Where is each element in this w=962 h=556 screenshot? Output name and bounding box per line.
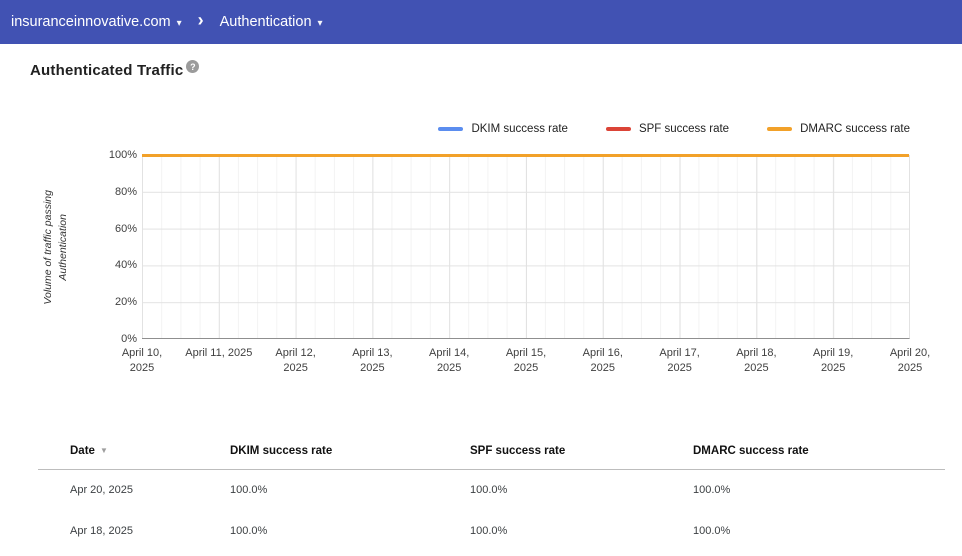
y-tick-label: 0% <box>0 333 137 345</box>
column-header-dmarc: DMARC success rate <box>693 433 945 469</box>
table-row: Apr 18, 2025100.0%100.0%100.0% <box>38 510 945 551</box>
table-body: Apr 20, 2025100.0%100.0%100.0%Apr 18, 20… <box>38 469 945 551</box>
x-tick-label: April 19,2025 <box>793 346 873 376</box>
x-tick-label: April 18,2025 <box>716 346 796 376</box>
legend-label: DMARC success rate <box>800 123 910 135</box>
table-row: Apr 20, 2025100.0%100.0%100.0% <box>38 469 945 510</box>
legend-label: SPF success rate <box>639 123 729 135</box>
y-tick-label: 40% <box>0 259 137 271</box>
cell-value: 100.0% <box>470 510 693 551</box>
legend-label: DKIM success rate <box>471 123 568 135</box>
x-tick-label: April 16,2025 <box>563 346 643 376</box>
cell-value: 100.0% <box>693 469 945 510</box>
series-line-dmarc <box>142 154 909 157</box>
column-header-date[interactable]: Date▼ <box>38 433 230 469</box>
y-tick-label: 60% <box>0 223 137 235</box>
y-axis-ticks: 100%80%60%40%20%0% <box>0 155 137 339</box>
cell-value: 100.0% <box>230 469 470 510</box>
cell-value: 100.0% <box>230 510 470 551</box>
legend-item-dmarc: DMARC success rate <box>767 123 910 135</box>
x-tick-label: April 17,2025 <box>640 346 720 376</box>
x-tick-label: April 12,2025 <box>256 346 336 376</box>
y-tick-label: 20% <box>0 296 137 308</box>
legend-item-spf: SPF success rate <box>606 123 729 135</box>
legend-item-dkim: DKIM success rate <box>438 123 568 135</box>
column-header-dkim: DKIM success rate <box>230 433 470 469</box>
chart-plot[interactable] <box>142 155 910 339</box>
y-tick-label: 80% <box>0 186 137 198</box>
x-axis-ticks: April 10,2025April 11, 2025April 12,2025… <box>142 346 910 380</box>
x-tick-label: April 14,2025 <box>409 346 489 376</box>
x-tick-label: April 20,2025 <box>870 346 950 376</box>
cell-value: 100.0% <box>693 510 945 551</box>
column-header-spf: SPF success rate <box>470 433 693 469</box>
x-tick-label: April 15,2025 <box>486 346 566 376</box>
spf-line-swatch <box>606 127 631 131</box>
dmarc-line-swatch <box>767 127 792 131</box>
table-header-row: Date▼ DKIM success rate SPF success rate… <box>38 433 945 469</box>
authentication-data-table: Date▼ DKIM success rate SPF success rate… <box>38 433 945 551</box>
y-tick-label: 100% <box>0 149 137 161</box>
x-tick-label: April 13,2025 <box>332 346 412 376</box>
cell-value: 100.0% <box>470 469 693 510</box>
cell-date: Apr 20, 2025 <box>38 469 230 510</box>
dkim-line-swatch <box>438 127 463 131</box>
authenticated-traffic-chart: DKIM success rate SPF success rate DMARC… <box>0 0 962 420</box>
sort-descending-icon: ▼ <box>100 446 108 455</box>
chart-legend: DKIM success rate SPF success rate DMARC… <box>438 123 910 135</box>
cell-date: Apr 18, 2025 <box>38 510 230 551</box>
